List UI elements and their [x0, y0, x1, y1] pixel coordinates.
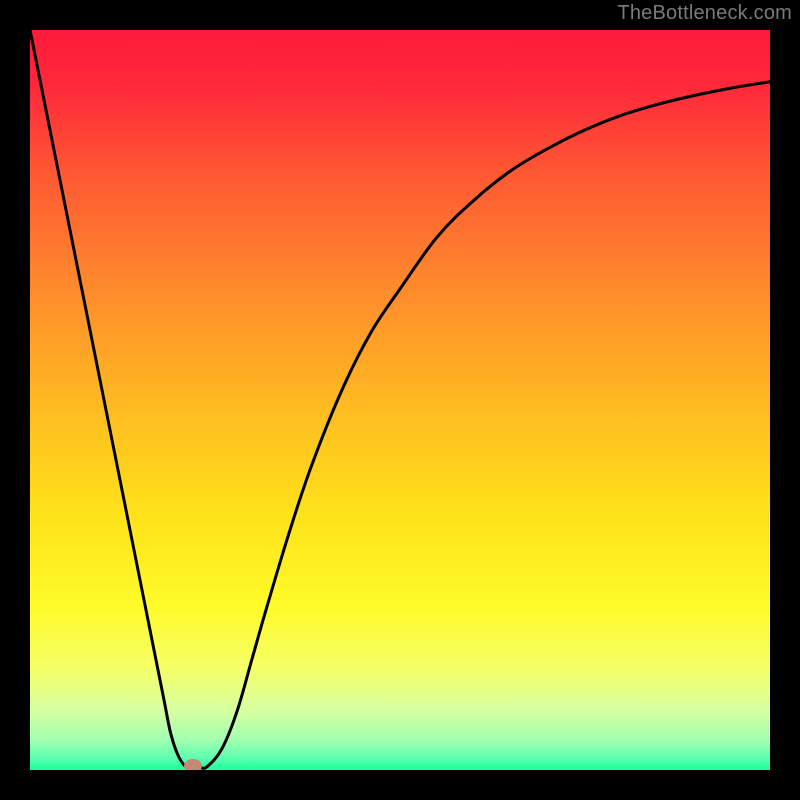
chart-marker — [184, 759, 202, 770]
watermark-text: TheBottleneck.com — [617, 2, 792, 25]
chart-container: TheBottleneck.com — [0, 0, 800, 800]
chart-curve — [30, 30, 770, 770]
plot-area — [30, 30, 770, 770]
plot-frame — [0, 0, 800, 800]
